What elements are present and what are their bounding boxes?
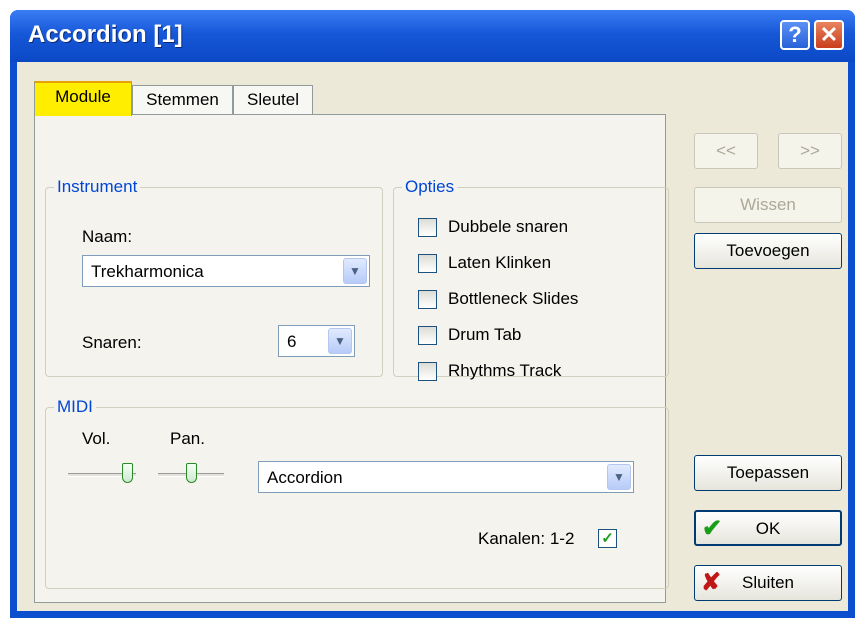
chevron-down-icon[interactable]: ▼ [343,258,367,284]
tab-panel-module: Instrument Naam: Trekharmonica ▼ Snaren:… [34,114,669,603]
title-bar[interactable]: Accordion [1] ? ✕ [10,10,855,62]
previous-button[interactable]: << [694,133,758,169]
chevron-down-icon[interactable]: ▼ [607,464,631,490]
kanalen-checkbox[interactable]: ✓ [598,529,617,548]
midi-group: MIDI Vol. Pan. Accordion ▼ Kanalen: 1-2 … [45,397,669,589]
snaren-label: Snaren: [82,333,142,352]
instrument-legend: Instrument [57,177,138,196]
ok-label: OK [755,519,781,538]
vol-label: Vol. [82,429,111,448]
dubbele-snaren-checkbox[interactable] [418,218,437,237]
pan-label: Pan. [170,429,205,448]
naam-value: Trekharmonica [91,262,204,281]
kanalen-label: Kanalen: 1-2 [478,529,575,548]
toevoegen-button[interactable]: Toevoegen [694,233,842,269]
next-button[interactable]: >> [778,133,842,169]
midi-instrument-combobox[interactable]: Accordion ▼ [258,461,634,493]
tab-sleutel[interactable]: Sleutel [233,85,313,115]
laten-klinken-label: Laten Klinken [448,253,552,272]
sluiten-button[interactable]: ✘ Sluiten [694,565,842,601]
midi-legend: MIDI [57,397,93,416]
window-title: Accordion [1] [28,21,183,48]
volume-slider-thumb[interactable] [122,463,134,483]
laten-klinken-checkbox[interactable] [418,254,437,273]
dubbele-snaren-label: Dubbele snaren [448,217,569,236]
naam-combobox[interactable]: Trekharmonica ▼ [82,255,370,287]
wissen-button[interactable]: Wissen [694,187,842,223]
close-button[interactable]: ✕ [814,20,844,50]
drum-tab-checkbox[interactable] [418,326,437,345]
red-x-icon: ✘ [701,569,722,596]
help-button[interactable]: ? [780,20,810,50]
midi-instrument-value: Accordion [267,468,343,487]
bottleneck-slides-checkbox[interactable] [418,290,437,309]
ok-button[interactable]: ✔ OK [694,510,842,546]
dialog-client-area: Module Stemmen Sleutel Instrument Naam: … [17,62,848,611]
rhythms-track-label: Rhythms Track [448,361,562,380]
dialog-window: Accordion [1] ? ✕ Module Stemmen Sleutel… [10,10,855,618]
sluiten-label: Sluiten [742,573,794,592]
checkmark-icon: ✓ [601,530,614,547]
snaren-value: 6 [287,332,297,351]
rhythms-track-checkbox[interactable] [418,362,437,381]
snaren-combobox[interactable]: 6 ▼ [278,325,355,357]
naam-label: Naam: [82,227,133,246]
drum-tab-label: Drum Tab [448,325,522,344]
bottleneck-slides-label: Bottleneck Slides [448,289,579,308]
toepassen-button[interactable]: Toepassen [694,455,842,491]
opties-legend: Opties [405,177,455,196]
pan-slider-thumb[interactable] [185,463,197,483]
tab-module[interactable]: Module [34,81,132,116]
opties-group: Opties Dubbele snaren Laten Klinken Bott… [393,177,669,381]
green-check-icon: ✔ [702,515,723,542]
tab-stemmen[interactable]: Stemmen [132,85,233,115]
instrument-group: Instrument Naam: Trekharmonica ▼ Snaren:… [45,177,383,377]
chevron-down-icon[interactable]: ▼ [328,328,352,354]
